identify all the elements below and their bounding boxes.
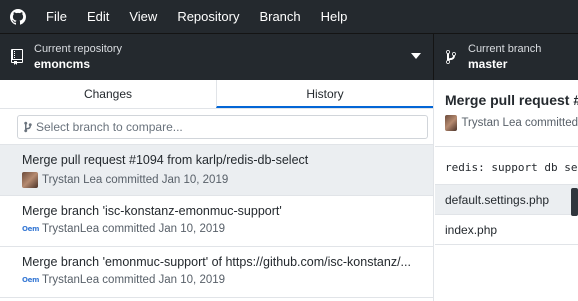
menu-repository[interactable]: Repository <box>167 0 249 33</box>
git-branch-icon <box>24 121 32 133</box>
commit-meta: TrystanLea committed Jan 10, 2019 <box>42 223 226 235</box>
compare-branch-placeholder: Select branch to compare... <box>36 120 183 134</box>
avatar: Oem <box>22 276 40 284</box>
current-repository-button[interactable]: Current repository emoncms <box>0 34 434 80</box>
avatar: Oem <box>22 225 40 233</box>
current-repository-label: Current repository <box>34 43 123 55</box>
scrollbar[interactable] <box>571 188 578 216</box>
avatar <box>445 115 458 131</box>
current-branch-value: master <box>468 57 508 71</box>
commit-meta: Trystan Lea committed Jan 10, 2019 <box>42 174 229 186</box>
commit-list-item[interactable]: Merge branch 'emonmuc-support' of https:… <box>0 247 433 298</box>
tab-history[interactable]: History <box>216 80 433 108</box>
tab-bar: Changes History <box>0 80 433 109</box>
repository-icon <box>0 49 34 65</box>
commit-detail-header: Merge pull request # Trystan Lea committ… <box>435 80 578 147</box>
commit-detail-title: Merge pull request # <box>445 92 578 108</box>
commit-title: Merge pull request #1094 from karlp/redi… <box>22 153 309 167</box>
commit-title: Merge branch 'emonmuc-support' of https:… <box>22 255 411 269</box>
current-branch-button[interactable]: Current branch master <box>434 34 578 80</box>
compare-branch-input[interactable]: Select branch to compare... <box>17 115 428 139</box>
menu-file[interactable]: File <box>36 0 77 33</box>
commit-detail-body: redis: support db sele <box>435 147 578 185</box>
commit-list-item[interactable]: Merge pull request #1094 from karlp/redi… <box>0 145 433 196</box>
toolbar: Current repository emoncms Current branc… <box>0 33 578 80</box>
commit-title: Merge branch 'isc-konstanz-emonmuc-suppo… <box>22 204 282 218</box>
menu-bar: File Edit View Repository Branch Help <box>0 0 578 33</box>
commit-detail-pane: Merge pull request # Trystan Lea committ… <box>435 80 578 301</box>
menu-view[interactable]: View <box>119 0 167 33</box>
git-branch-icon <box>434 49 468 65</box>
commit-list-item[interactable]: Merge branch 'isc-konstanz-emonmuc-suppo… <box>0 196 433 247</box>
github-logo-icon <box>0 0 36 33</box>
tab-changes[interactable]: Changes <box>0 80 216 108</box>
sidebar: Changes History Select branch to compare… <box>0 80 434 301</box>
menu-help[interactable]: Help <box>311 0 358 33</box>
menu-branch[interactable]: Branch <box>249 0 310 33</box>
commit-detail-meta: Trystan Lea committed <box>461 117 578 129</box>
avatar <box>22 172 38 188</box>
current-branch-label: Current branch <box>468 43 542 55</box>
menu-edit[interactable]: Edit <box>77 0 119 33</box>
current-repository-value: emoncms <box>34 57 91 71</box>
compare-branch-area: Select branch to compare... <box>0 109 433 145</box>
changed-file-item[interactable]: index.php <box>435 215 578 245</box>
commit-meta: TrystanLea committed Jan 10, 2019 <box>42 274 226 286</box>
changed-file-item[interactable]: default.settings.php <box>435 185 578 215</box>
chevron-down-icon <box>411 53 421 59</box>
